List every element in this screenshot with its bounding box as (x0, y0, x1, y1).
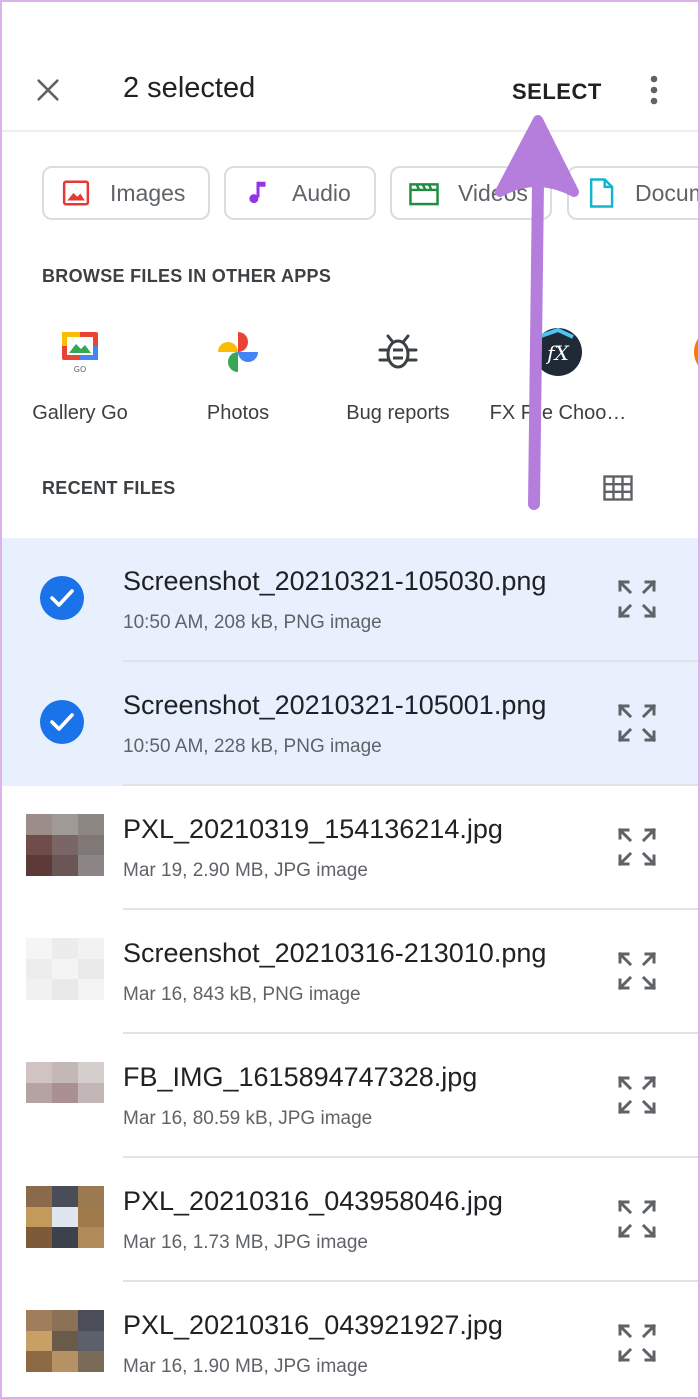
file-name: Screenshot_20210321-105001.png (123, 690, 547, 720)
chip-images-label: Images (110, 179, 186, 206)
file-name: FB_IMG_1615894747328.jpg (123, 1062, 478, 1092)
expand-icon[interactable] (614, 948, 660, 994)
svg-text:GO: GO (74, 365, 87, 374)
file-row[interactable]: Screenshot_20210321-105001.png 10:50 AM,… (0, 662, 700, 786)
file-meta: Mar 16, 1.73 MB, JPG image (123, 1232, 368, 1253)
gallery-go-icon: GO (52, 324, 108, 380)
image-icon (60, 177, 92, 209)
file-thumbnail (26, 1310, 104, 1372)
file-row[interactable]: PXL_20210316_043958046.jpg Mar 16, 1.73 … (0, 1158, 700, 1282)
expand-icon[interactable] (614, 700, 660, 746)
file-row[interactable]: PXL_20210316_043921927.jpg Mar 16, 1.90 … (0, 1282, 700, 1399)
chip-audio[interactable]: Audio (224, 166, 376, 220)
expand-icon[interactable] (614, 824, 660, 870)
app-bug-reports[interactable]: Bug reports (318, 318, 478, 425)
bug-icon (370, 324, 426, 380)
file-name: Screenshot_20210321-105030.png (123, 566, 547, 596)
check-circle-icon[interactable] (40, 576, 84, 620)
file-meta: Mar 16, 1.90 MB, JPG image (123, 1356, 368, 1377)
app-gallery-go[interactable]: GO Gallery Go (0, 318, 160, 425)
file-row[interactable]: FB_IMG_1615894747328.jpg Mar 16, 80.59 k… (0, 1034, 700, 1158)
file-name: PXL_20210319_154136214.jpg (123, 814, 503, 844)
file-thumbnail (26, 814, 104, 876)
expand-icon[interactable] (614, 576, 660, 622)
music-note-icon (242, 177, 274, 209)
file-thumbnail (26, 938, 104, 1000)
selection-count-title: 2 selected (123, 72, 256, 104)
expand-icon[interactable] (614, 1072, 660, 1118)
file-thumbnail (26, 1062, 104, 1124)
app-partial[interactable]: G (638, 318, 700, 425)
chip-images[interactable]: Images (42, 166, 210, 220)
close-icon (37, 79, 59, 101)
expand-icon[interactable] (614, 1320, 660, 1366)
app-label: Photos (206, 402, 270, 424)
file-meta: 10:50 AM, 228 kB, PNG image (123, 736, 382, 757)
overflow-menu-button[interactable] (632, 66, 676, 114)
file-name: PXL_20210316_043958046.jpg (123, 1186, 503, 1216)
chip-documents-label: Documents (635, 179, 700, 206)
file-row[interactable]: PXL_20210319_154136214.jpg Mar 19, 2.90 … (0, 786, 700, 910)
file-meta: Mar 16, 80.59 kB, JPG image (123, 1108, 373, 1129)
google-photos-icon (210, 324, 266, 380)
file-row[interactable]: Screenshot_20210321-105030.png 10:50 AM,… (0, 538, 700, 662)
app-icon (690, 324, 700, 380)
annotation-arrow-icon (495, 115, 579, 510)
expand-icon[interactable] (614, 1196, 660, 1242)
file-meta: Mar 16, 843 kB, PNG image (123, 984, 361, 1005)
app-photos[interactable]: Photos (158, 318, 318, 425)
file-name: PXL_20210316_043921927.jpg (123, 1310, 503, 1340)
file-name: Screenshot_20210316-213010.png (123, 938, 547, 968)
file-meta: Mar 19, 2.90 MB, JPG image (123, 860, 368, 881)
more-vert-icon (650, 75, 658, 105)
app-label: G (638, 402, 700, 425)
file-thumbnail (26, 1186, 104, 1248)
recent-files-heading: RECENT FILES (42, 478, 176, 498)
file-row[interactable]: Screenshot_20210316-213010.png Mar 16, 8… (0, 910, 700, 1034)
file-meta: 10:50 AM, 208 kB, PNG image (123, 612, 382, 633)
browse-apps-heading: BROWSE FILES IN OTHER APPS (42, 266, 332, 286)
chip-audio-label: Audio (292, 179, 351, 206)
app-label: Gallery Go (32, 402, 128, 424)
movie-icon (408, 177, 440, 209)
app-label: Bug reports (346, 402, 450, 424)
check-circle-icon[interactable] (40, 700, 84, 744)
close-button[interactable] (24, 66, 72, 114)
